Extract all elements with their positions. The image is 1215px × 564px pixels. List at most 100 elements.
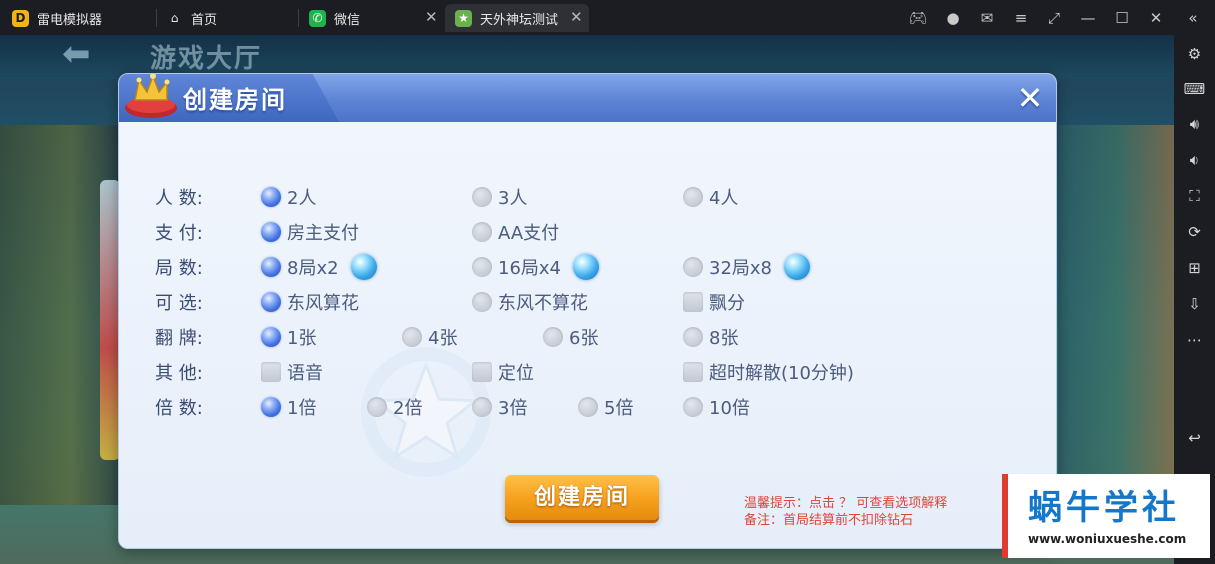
option-location[interactable]: 定位 (472, 359, 534, 385)
back-icon[interactable]: ↩ (1182, 425, 1207, 450)
game-app-icon: ★ (455, 9, 472, 27)
radio-selected[interactable] (261, 257, 281, 277)
close-window-icon[interactable]: ✕ (1145, 7, 1167, 29)
fullscreen-icon[interactable]: ⛶ (1182, 183, 1207, 208)
radio-selected[interactable] (261, 222, 281, 242)
tab-emulator-home[interactable]: D 雷电模拟器 (12, 4, 102, 32)
option-8-rounds[interactable]: 8局x2 (261, 254, 377, 280)
volume-up-icon[interactable]: 🔊︎ (1182, 111, 1207, 136)
brand-title: 蜗牛学社 (1028, 488, 1180, 528)
row-label-optional: 可 选: (155, 293, 203, 314)
option-east-wind-no-flower[interactable]: 东风不算花 (472, 289, 588, 315)
option-voice[interactable]: 语音 (261, 359, 323, 385)
resize-icon[interactable]: ⤢ (1043, 7, 1065, 29)
back-arrow-icon[interactable]: ⬅ (62, 37, 110, 71)
add-icon[interactable]: ⊞ (1182, 255, 1207, 280)
tab-home[interactable]: ⌂ 首页 (166, 4, 217, 32)
close-tab-icon[interactable]: ✕ (570, 8, 583, 26)
checkbox-unchecked[interactable] (472, 362, 492, 382)
lobby-title: 游戏大厅 (150, 44, 263, 74)
row-label-flip: 翻 牌: (155, 328, 203, 349)
close-icon[interactable]: ✕ (1012, 80, 1048, 116)
more-icon[interactable]: ⋯ (1182, 327, 1207, 352)
option-2-players[interactable]: 2人 (261, 184, 316, 210)
radio-unselected[interactable] (367, 397, 387, 417)
create-room-button[interactable]: 创建房间 (505, 475, 659, 520)
tab-label: 首页 (191, 12, 218, 28)
radio-unselected[interactable] (683, 327, 703, 347)
dialog-header: 创建房间 ✕ (119, 74, 1056, 122)
option-32-rounds[interactable]: 32局x8 (683, 254, 811, 280)
option-multiplier-3[interactable]: 3倍 (472, 394, 527, 420)
tab-wechat[interactable]: ✆ 微信 (309, 4, 360, 32)
row-label-other: 其 他: (155, 363, 203, 384)
dialog-title: 创建房间 (183, 86, 287, 114)
option-float-score[interactable]: 飘分 (683, 289, 745, 315)
checkbox-unchecked[interactable] (683, 362, 703, 382)
brand-url: www.woniuxueshe.com (1028, 532, 1187, 546)
radio-unselected[interactable] (683, 257, 703, 277)
radio-unselected[interactable] (683, 187, 703, 207)
radio-unselected[interactable] (472, 292, 492, 312)
rotate-icon[interactable]: ⟳ (1182, 219, 1207, 244)
option-16-rounds[interactable]: 16局x4 (472, 254, 600, 280)
avatar-icon[interactable]: ● (942, 7, 964, 29)
radio-selected[interactable] (261, 327, 281, 347)
option-4-players[interactable]: 4人 (683, 184, 738, 210)
crown-cushion-icon (125, 74, 177, 118)
volume-down-icon[interactable]: 🔉︎ (1182, 147, 1207, 172)
option-host-pays[interactable]: 房主支付 (261, 219, 359, 245)
option-flip-1[interactable]: 1张 (261, 324, 316, 350)
radio-unselected[interactable] (472, 397, 492, 417)
option-east-wind-flower[interactable]: 东风算花 (261, 289, 359, 315)
minimize-icon[interactable]: — (1077, 7, 1099, 29)
row-label-payment: 支 付: (155, 223, 203, 244)
option-multiplier-5[interactable]: 5倍 (578, 394, 633, 420)
radio-unselected[interactable] (543, 327, 563, 347)
mail-icon[interactable]: ✉ (976, 7, 998, 29)
radio-unselected[interactable] (472, 257, 492, 277)
option-3-players[interactable]: 3人 (472, 184, 527, 210)
brand-watermark: 蜗牛学社 www.woniuxueshe.com (1002, 474, 1210, 558)
checkbox-unchecked[interactable] (261, 362, 281, 382)
dialog-body: 人 数: 2人 3人 4人 支 付: 房主支付 AA支付 局 数: 8局x2 1… (119, 122, 1056, 548)
radio-unselected[interactable] (402, 327, 422, 347)
radio-selected[interactable] (261, 187, 281, 207)
tab-divider (298, 9, 299, 27)
diamond-icon (573, 254, 600, 280)
gamepad-icon[interactable]: 🎮︎ (907, 7, 929, 29)
radio-unselected[interactable] (683, 397, 703, 417)
option-flip-4[interactable]: 4张 (402, 324, 457, 350)
tab-game[interactable]: ★ 天外神坛测试 (445, 4, 589, 32)
row-label-players: 人 数: (155, 188, 203, 209)
option-multiplier-2[interactable]: 2倍 (367, 394, 422, 420)
note-text: 备注：首局结算前不扣除钻石 (744, 513, 914, 528)
option-timeout-dismiss[interactable]: 超时解散(10分钟) (683, 359, 854, 385)
menu-icon[interactable]: ≡ (1010, 7, 1032, 29)
apk-install-icon[interactable]: ⇩ (1182, 291, 1207, 316)
option-multiplier-10[interactable]: 10倍 (683, 394, 750, 420)
keyboard-icon[interactable]: ⌨ (1182, 76, 1207, 101)
background-scenery (1058, 125, 1174, 505)
wechat-icon: ✆ (309, 9, 326, 27)
option-multiplier-1[interactable]: 1倍 (261, 394, 316, 420)
radio-selected[interactable] (261, 397, 281, 417)
option-flip-6[interactable]: 6张 (543, 324, 598, 350)
radio-unselected[interactable] (472, 222, 492, 242)
home-icon: ⌂ (170, 11, 179, 25)
tab-label: 天外神坛测试 (480, 12, 559, 28)
radio-unselected[interactable] (578, 397, 598, 417)
settings-gear-icon[interactable]: ⚙ (1182, 41, 1207, 66)
row-label-multiplier: 倍 数: (155, 398, 203, 419)
collapse-sidebar-icon[interactable]: « (1182, 7, 1204, 29)
option-flip-8[interactable]: 8张 (683, 324, 738, 350)
maximize-icon[interactable]: ☐ (1111, 7, 1133, 29)
tab-divider (156, 9, 157, 27)
radio-selected[interactable] (261, 292, 281, 312)
emulator-titlebar: D 雷电模拟器 ⌂ 首页 ✆ 微信 ✕ ★ 天外神坛测试 ✕ 🎮︎ ● ✉ ≡ … (0, 0, 1215, 35)
checkbox-unchecked[interactable] (683, 292, 703, 312)
radio-unselected[interactable] (472, 187, 492, 207)
diamond-icon (350, 254, 377, 280)
close-tab-icon[interactable]: ✕ (425, 8, 438, 26)
option-aa-pay[interactable]: AA支付 (472, 219, 559, 245)
